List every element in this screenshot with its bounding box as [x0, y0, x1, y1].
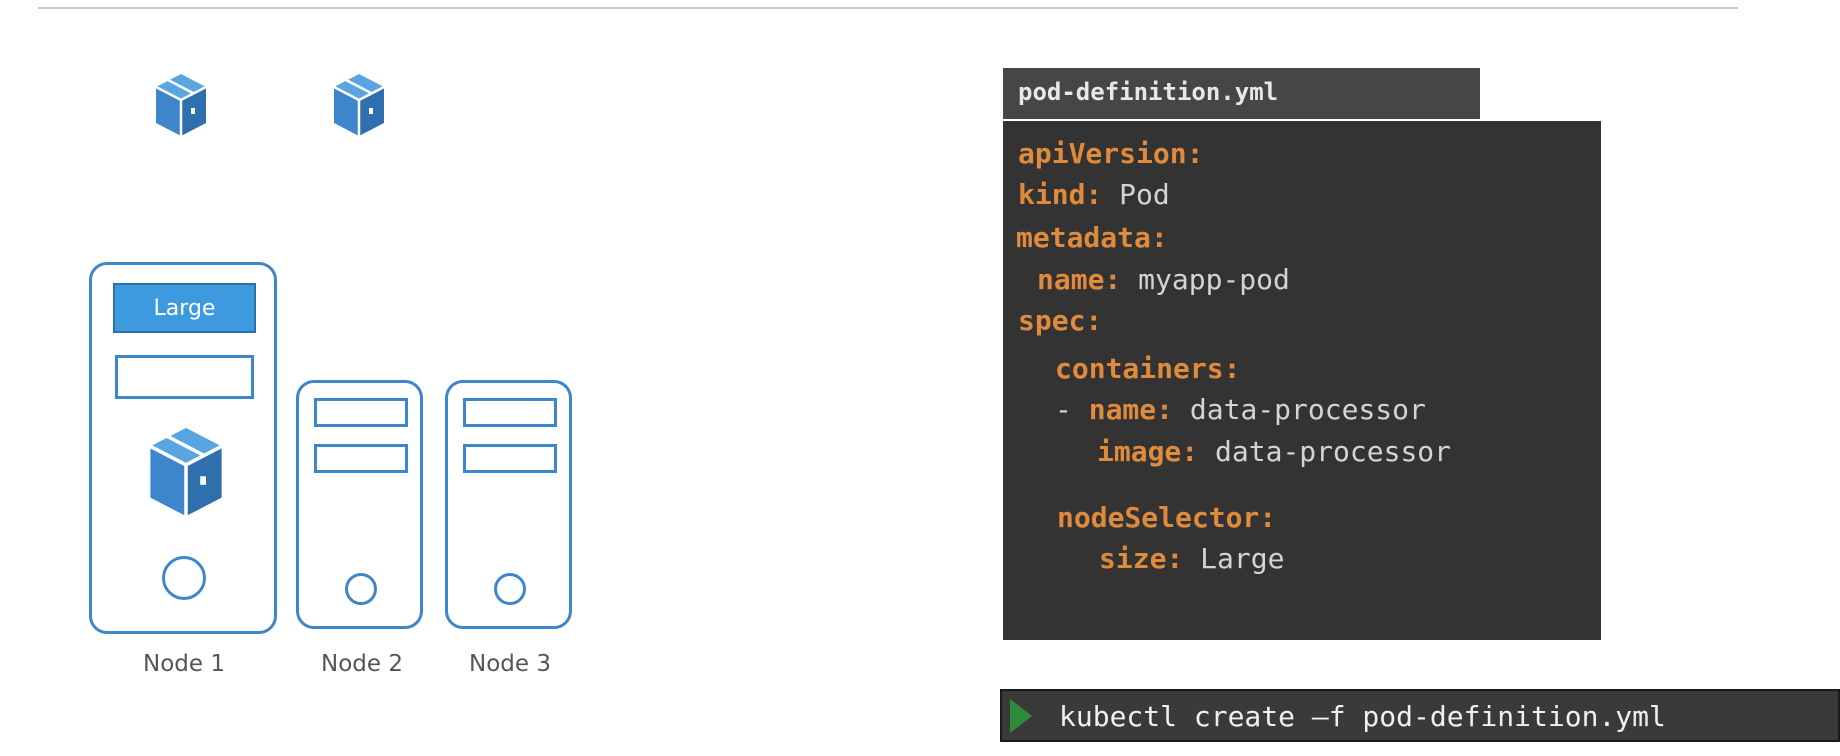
yaml-line-containers: containers:	[1055, 355, 1240, 383]
yaml-line-apiversion: apiVersion:	[1018, 140, 1203, 168]
yaml-value: data-processor	[1189, 393, 1426, 426]
node-2-drive-slot-2	[314, 444, 408, 473]
yaml-line-spec: spec:	[1018, 307, 1102, 335]
terminal-command-bar: kubectl create –f pod-definition.yml	[1000, 689, 1840, 742]
yaml-code-panel: apiVersion: kind: Pod metadata: name: my…	[1003, 121, 1601, 640]
yaml-key: kind:	[1018, 178, 1103, 211]
yaml-key: containers:	[1055, 352, 1241, 385]
node-3-server	[445, 380, 572, 629]
node-1-power-button	[162, 556, 206, 600]
node-1-size-label: Large	[113, 283, 256, 333]
node-3-label: Node 3	[469, 651, 551, 677]
yaml-value: data-processor	[1215, 435, 1452, 468]
node-2-server	[296, 380, 423, 629]
yaml-key: nodeSelector:	[1057, 501, 1277, 534]
yaml-line-container-name: - name: data-processor	[1055, 396, 1426, 424]
yaml-key: name:	[1037, 263, 1122, 296]
yaml-key: apiVersion:	[1018, 137, 1204, 170]
pod-cube-icon	[155, 74, 207, 136]
yaml-line-size: size: Large	[1099, 545, 1284, 573]
node-2-drive-slot-1	[314, 398, 408, 427]
kubectl-command: kubectl create –f pod-definition.yml	[1059, 700, 1666, 733]
yaml-line-kind: kind: Pod	[1018, 181, 1170, 209]
yaml-key: size:	[1099, 542, 1184, 575]
yaml-list-dash: -	[1055, 393, 1072, 426]
file-name-tab: pod-definition.yml	[1003, 68, 1480, 119]
top-divider	[38, 7, 1738, 9]
node-3-power-button	[494, 573, 526, 605]
yaml-line-metadata-name: name: myapp-pod	[1037, 266, 1290, 294]
node-2-power-button	[345, 573, 377, 605]
yaml-key: spec:	[1018, 304, 1103, 337]
node-1-server: Large	[89, 262, 277, 634]
node-1-drive-slot	[115, 355, 254, 399]
yaml-value: myapp-pod	[1138, 263, 1290, 296]
node-2-label: Node 2	[321, 651, 403, 677]
yaml-line-nodeselector: nodeSelector:	[1057, 504, 1276, 532]
yaml-key: metadata:	[1016, 221, 1168, 254]
prompt-arrow-icon	[1010, 699, 1032, 733]
pod-cube-icon	[333, 74, 385, 136]
yaml-value: Large	[1200, 542, 1285, 575]
yaml-key: name:	[1088, 393, 1174, 426]
yaml-line-metadata: metadata:	[1016, 224, 1168, 252]
node-3-drive-slot-1	[463, 398, 557, 427]
node-1-label: Node 1	[143, 651, 225, 677]
pod-cube-icon	[149, 427, 223, 517]
yaml-key: image:	[1097, 435, 1199, 468]
yaml-line-image: image: data-processor	[1097, 438, 1451, 466]
yaml-value: Pod	[1119, 178, 1170, 211]
node-3-drive-slot-2	[463, 444, 557, 473]
